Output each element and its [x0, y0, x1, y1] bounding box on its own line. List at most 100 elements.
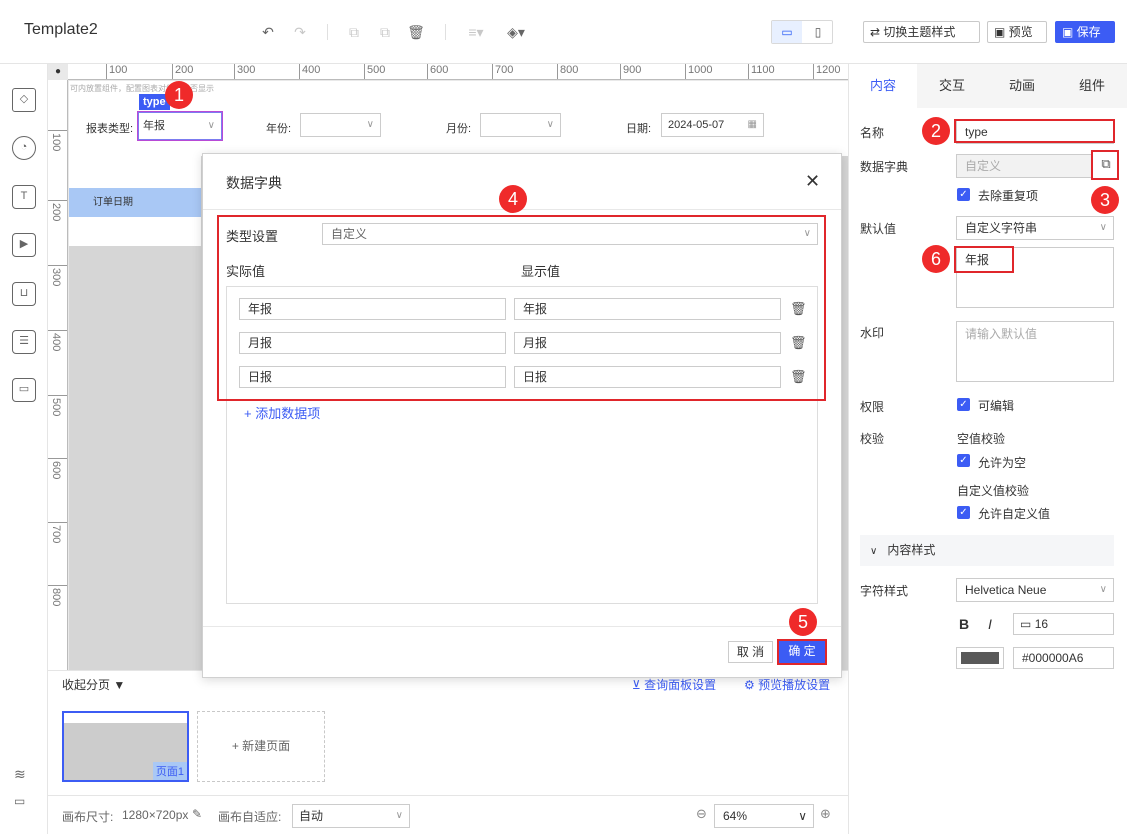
add-item-button[interactable]: + 添加数据项	[244, 403, 320, 422]
annotation-marker-6: 6	[922, 245, 950, 273]
font-select[interactable]: Helvetica Neue ∨	[956, 578, 1114, 602]
close-icon[interactable]: ✕	[805, 171, 820, 192]
table-icon[interactable]: ☰	[12, 330, 36, 354]
dedupe-checkbox[interactable]: ✓	[957, 188, 970, 201]
switch-theme-button[interactable]: ⇄ 切换主题样式	[863, 21, 980, 43]
tablet-icon[interactable]: ▯	[803, 21, 833, 43]
tab-interaction[interactable]: 交互	[917, 64, 987, 108]
query-panel-settings-link[interactable]: ⊻ 查询面板设置	[632, 676, 716, 693]
preview-play-settings-link[interactable]: ⚙ 预览播放设置	[744, 676, 830, 693]
annotation-box-default	[954, 246, 1014, 273]
ruler-tick: 100	[48, 130, 67, 151]
ruler-left: 100 200 300 400 500 600 700 800	[48, 80, 68, 670]
ruler-tick: 500	[48, 395, 67, 416]
font-style-label: 字符样式	[860, 584, 909, 598]
left-sidebar	[0, 64, 48, 834]
inbox-icon[interactable]: ⊔	[12, 282, 36, 306]
zoom-in-icon[interactable]: ⊕	[820, 806, 831, 822]
delete-icon[interactable]: 🗑	[406, 22, 426, 42]
edit-icon[interactable]: ✎	[192, 807, 202, 821]
ruler-tick-label: 500	[50, 398, 62, 417]
redo-icon[interactable]: ↷	[290, 22, 310, 42]
ruler-tick: 800	[48, 585, 67, 606]
new-page-button[interactable]: + 新建页面	[197, 711, 325, 782]
cube-icon[interactable]: ◇	[12, 88, 36, 112]
monitor-icon: ▭	[1020, 617, 1032, 631]
year-select[interactable]: ∨	[300, 113, 381, 137]
page1-label: 页面1	[152, 762, 187, 780]
italic-button[interactable]: I	[988, 616, 992, 632]
device-switch: ▭ ▯	[771, 20, 833, 44]
dict-input[interactable]: 自定义	[956, 154, 1092, 178]
ruler-tick: 500	[364, 64, 385, 79]
ruler-tick: 300	[48, 265, 67, 286]
editable-checkbox[interactable]: ✓	[957, 398, 970, 411]
zoom-out-icon[interactable]: ⊖	[696, 806, 707, 822]
allow-custom-checkbox[interactable]: ✓	[957, 506, 970, 519]
align-icon[interactable]: ≡▾	[463, 22, 489, 42]
tab-animation[interactable]: 动画	[987, 64, 1057, 108]
date-value: 2024-05-07	[668, 119, 725, 131]
annotation-marker-2: 2	[922, 117, 950, 145]
save-button[interactable]: ▣ 保存	[1055, 21, 1115, 43]
ruler-tick-label: 100	[50, 133, 62, 152]
chevron-down-icon: ∨	[1099, 222, 1107, 233]
annotation-box-copy	[1091, 150, 1119, 180]
report-type-label: 报表类型:	[86, 123, 134, 135]
switch-theme-label: 切换主题样式	[883, 25, 956, 39]
ruler-tick: 700	[48, 522, 67, 543]
desktop-icon[interactable]: ▭	[772, 21, 802, 43]
pie-chart-icon[interactable]: ◔	[12, 136, 36, 160]
ruler-tick: 900	[620, 64, 641, 79]
ruler-tick: 1200	[813, 64, 840, 79]
canvas-size-label: 画布尺寸:	[62, 810, 114, 824]
content-style-label: 内容样式	[887, 543, 936, 557]
zoom-select[interactable]: 64% ∨	[714, 804, 814, 828]
layers-icon[interactable]: ≋	[14, 766, 26, 783]
text-icon[interactable]: T	[12, 185, 36, 209]
month-select[interactable]: ∨	[480, 113, 561, 137]
page-thumbnail[interactable]: 页面1	[62, 711, 189, 782]
calendar-icon: ▦	[747, 119, 757, 130]
preview-button[interactable]: ▣ 预览	[987, 21, 1047, 43]
allow-custom-label: 允许自定义值	[978, 507, 1051, 521]
ruler-tick: 400	[299, 64, 320, 79]
color-hex-input[interactable]: #000000A6	[1013, 647, 1114, 669]
chevron-down-icon: ∨	[366, 119, 374, 130]
color-swatch[interactable]	[956, 647, 1004, 669]
keyboard-icon[interactable]: ▭	[14, 794, 25, 808]
default-label: 默认值	[860, 222, 897, 236]
properties-panel	[848, 64, 1127, 834]
annotation-marker-1: 1	[165, 81, 193, 109]
zoom-value: 64%	[723, 809, 748, 823]
undo-icon[interactable]: ↶	[258, 22, 278, 42]
font-size-value: 16	[1034, 617, 1049, 631]
layer-icon[interactable]: ◈▾	[503, 22, 529, 42]
ruler-tick: 1100	[748, 64, 775, 79]
adapt-value: 自动	[299, 809, 324, 823]
ruler-tick-label: 300	[50, 268, 62, 287]
default-type-select[interactable]: 自定义字符串 ∨	[956, 216, 1114, 240]
bold-button[interactable]: B	[959, 616, 969, 632]
ruler-tick: 300	[234, 64, 255, 79]
collapse-pages-label: 收起分页	[62, 678, 111, 692]
video-icon[interactable]: ▶	[12, 233, 36, 257]
watermark-textarea[interactable]: 请输入默认值	[956, 321, 1114, 382]
tab-content[interactable]: 内容	[849, 64, 917, 108]
cancel-button[interactable]: 取 消	[728, 641, 773, 663]
font-size-input[interactable]: ▭ 16	[1013, 613, 1114, 635]
allow-null-checkbox[interactable]: ✓	[957, 454, 970, 467]
content-style-section[interactable]: ∨ 内容样式	[860, 535, 1114, 566]
archive-icon[interactable]: ▭	[12, 378, 36, 402]
paste-icon[interactable]: ⧉	[375, 22, 395, 42]
copy-icon[interactable]: ⧉	[344, 22, 364, 42]
annotation-marker-4: 4	[499, 185, 527, 213]
divider	[327, 24, 328, 40]
eye-icon[interactable]: ●	[50, 66, 66, 78]
collapse-pages-button[interactable]: 收起分页 ▼	[62, 676, 125, 693]
ruler-tick: 600	[48, 458, 67, 479]
date-picker[interactable]: 2024-05-07 ▦	[661, 113, 764, 137]
tab-component[interactable]: 组件	[1057, 64, 1127, 108]
ruler-tick: 200	[48, 200, 67, 221]
adapt-select[interactable]: 自动 ∨	[292, 804, 410, 828]
